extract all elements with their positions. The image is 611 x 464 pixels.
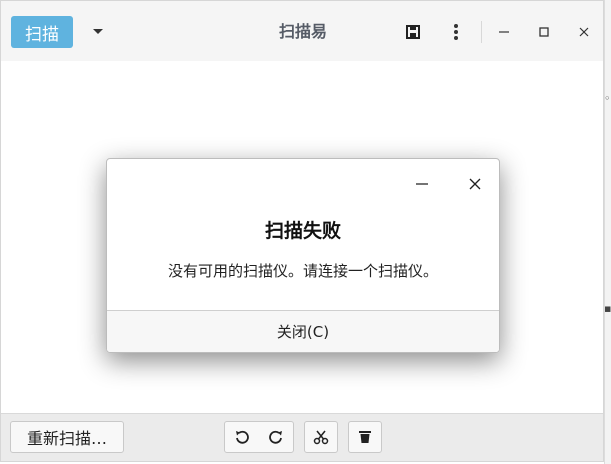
- window-title: 扫描易: [278, 22, 327, 41]
- close-icon: [579, 27, 589, 37]
- delete-button[interactable]: [348, 421, 382, 453]
- header-separator: [481, 21, 482, 43]
- error-dialog: 扫描失败 没有可用的扫描仪。请连接一个扫描仪。 关闭(C): [106, 158, 500, 353]
- scan-dropdown-button[interactable]: [85, 19, 111, 45]
- edge-fragment-icon: ◦: [604, 92, 611, 105]
- menu-button[interactable]: [443, 19, 469, 45]
- dialog-close-button[interactable]: [463, 172, 487, 196]
- rotate-right-icon: [269, 430, 282, 444]
- rescan-button[interactable]: 重新扫描…: [10, 421, 124, 453]
- dialog-minimize-button[interactable]: [410, 172, 434, 196]
- rotate-group: [224, 421, 294, 453]
- dialog-message: 没有可用的扫描仪。请连接一个扫描仪。: [167, 262, 438, 280]
- dialog-close-action-button[interactable]: 关闭(C): [107, 311, 499, 352]
- crop-button[interactable]: [304, 421, 338, 453]
- minimize-icon: [499, 31, 509, 33]
- chevron-down-icon: [93, 29, 103, 34]
- close-icon: [469, 178, 481, 190]
- rotate-left-icon: [236, 430, 249, 444]
- scan-button[interactable]: 扫描: [11, 16, 73, 48]
- more-vertical-icon: [454, 24, 458, 40]
- save-button[interactable]: [400, 19, 426, 45]
- close-button[interactable]: [571, 19, 597, 45]
- bottom-toolbar: 重新扫描…: [1, 413, 603, 461]
- rotate-right-button[interactable]: [259, 422, 293, 452]
- rotate-left-button[interactable]: [225, 422, 259, 452]
- adjacent-window-edge: [604, 0, 611, 464]
- maximize-button[interactable]: [531, 19, 557, 45]
- dialog-title: 扫描失败: [264, 220, 341, 242]
- header-bar: 扫描 扫描易: [1, 1, 603, 61]
- edge-fragment-icon: ▪: [604, 302, 611, 315]
- delete-icon: [359, 431, 371, 443]
- crop-icon: [313, 430, 329, 445]
- maximize-icon: [539, 27, 549, 37]
- dialog-footer: 关闭(C): [107, 310, 499, 352]
- save-icon: [406, 25, 420, 39]
- minimize-icon: [416, 183, 428, 185]
- minimize-button[interactable]: [491, 19, 517, 45]
